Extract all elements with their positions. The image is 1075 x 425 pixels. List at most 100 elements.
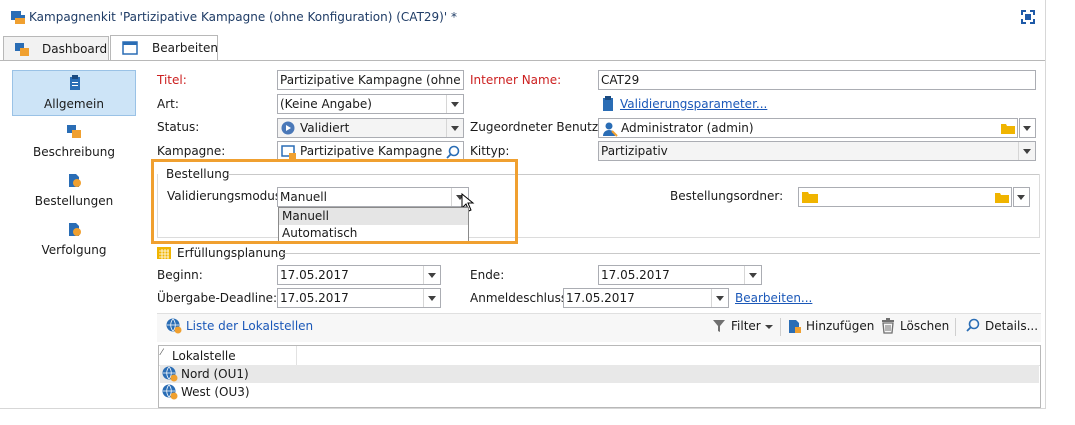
order-folder-field[interactable] (798, 187, 1012, 207)
globe-icon (162, 366, 178, 382)
chevron-down-icon[interactable] (423, 289, 440, 307)
filter-icon (713, 320, 725, 332)
chevron-down-icon[interactable] (711, 289, 728, 307)
add-icon (789, 320, 801, 333)
start-label: Beginn: (157, 268, 203, 282)
kit-type-select[interactable]: Partizipativ (598, 141, 1036, 161)
handover-date-value: 17.05.2017 (280, 291, 349, 305)
kit-type-value: Partizipativ (601, 144, 668, 158)
title-field[interactable]: Partizipative Kampagne (ohne Konfigurati… (277, 70, 464, 90)
sidebar-item-label: Bestellungen (34, 194, 114, 208)
list-item[interactable]: Nord (OU1) (160, 365, 1039, 383)
end-date-value: 17.05.2017 (601, 268, 670, 282)
chevron-down-icon[interactable] (744, 266, 761, 284)
chevron-down-icon[interactable] (1018, 142, 1035, 160)
add-button[interactable]: Hinzufügen (806, 319, 874, 337)
campaign-kit-window: Kampagnenkit 'Partizipative Kampagne (oh… (0, 0, 1046, 409)
sidebar-item-label: Allgemein (44, 97, 104, 111)
details-button[interactable]: Details... (985, 319, 1038, 337)
chevron-down-icon[interactable] (1014, 188, 1029, 206)
sidebar-item-label: Beschreibung (33, 145, 115, 159)
chevron-down-icon[interactable] (1020, 119, 1035, 137)
sidebar-item-verfolgung[interactable]: Verfolgung (12, 217, 136, 263)
chevron-down-icon[interactable] (446, 119, 463, 137)
assigned-user-dropdown[interactable] (1019, 118, 1036, 138)
order-folder-dropdown[interactable] (1013, 187, 1030, 207)
end-date-field[interactable]: 17.05.2017 (598, 265, 762, 285)
sidebar-item-allgemein[interactable]: Allgemein (12, 70, 136, 116)
chevron-down-icon[interactable] (764, 324, 774, 330)
column-divider (296, 346, 297, 365)
locations-list-label: Liste der Lokalstellen (186, 319, 314, 333)
internal-name-label: Interner Name: (470, 73, 562, 87)
details-search-icon (966, 318, 980, 332)
folder-icon[interactable] (1001, 122, 1015, 134)
type-select[interactable]: (Keine Angabe) (277, 94, 464, 114)
title-bar: Kampagnenkit 'Partizipative Kampagne (oh… (0, 0, 1045, 34)
sort-indicator-icon: ⁄ (161, 348, 163, 358)
list-item-label: Nord (OU1) (181, 367, 249, 381)
status-value: Validiert (300, 121, 350, 135)
campaign-value: Partizipative Kampagne (ohne Konfigurati… (300, 144, 445, 158)
handover-date-field[interactable]: 17.05.2017 (277, 288, 441, 308)
campaign-kit-icon (11, 11, 25, 24)
start-date-field[interactable]: 17.05.2017 (277, 265, 441, 285)
tab-bearbeiten[interactable]: Bearbeiten (110, 35, 218, 60)
handover-label: Übergabe-Deadline: (157, 291, 278, 305)
campaign-field[interactable]: Partizipative Kampagne (ohne Konfigurati… (277, 141, 464, 161)
edit-link[interactable]: Bearbeiten... (735, 291, 812, 305)
end-label: Ende: (470, 268, 505, 282)
sidebar-item-bestellungen[interactable]: Bestellungen (12, 168, 136, 214)
status-label: Status: (157, 120, 200, 134)
clipboard-icon (70, 75, 80, 90)
trash-icon (882, 318, 894, 334)
column-header-lokalstelle[interactable]: Lokalstelle (172, 349, 236, 363)
description-icon (67, 125, 81, 138)
internal-name-field[interactable]: CAT29 (598, 70, 1036, 90)
folder-icon (802, 192, 818, 203)
title-field-value: Partizipative Kampagne (ohne Konfigurati… (280, 73, 463, 87)
toolbar-separator (780, 318, 781, 336)
chevron-down-icon[interactable] (446, 95, 463, 113)
assigned-user-label: Zugeordneter Benutzer: (470, 120, 615, 134)
fulfillment-group-label: Erfüllungsplanung (177, 246, 286, 260)
list-header: ⁄ Lokalstelle (159, 346, 1040, 366)
sidebar-item-label: Verfolgung (41, 243, 107, 257)
campaign-label: Kampagne: (157, 144, 226, 158)
delete-button[interactable]: Löschen (900, 319, 949, 337)
assigned-user-field[interactable]: Administrator (admin) (598, 118, 1018, 138)
tab-dashboard[interactable]: Dashboard (3, 36, 109, 60)
filter-button[interactable]: Filter (731, 319, 761, 337)
registration-date-value: 17.05.2017 (566, 291, 635, 305)
list-item-label: West (OU3) (181, 385, 250, 399)
type-select-value: (Keine Angabe) (280, 97, 372, 111)
list-item[interactable]: West (OU3) (160, 383, 1039, 401)
order-folder-label: Bestellungsordner: (670, 189, 784, 203)
orders-icon (69, 174, 81, 187)
assigned-user-value: Administrator (admin) (621, 121, 754, 135)
folder-browse-icon[interactable] (995, 191, 1009, 203)
sidebar-item-beschreibung[interactable]: Beschreibung (12, 119, 136, 165)
toolbar-separator (955, 318, 956, 336)
registration-date-field[interactable]: 17.05.2017 (563, 288, 729, 308)
globe-icon (162, 384, 178, 400)
status-select[interactable]: Validiert (277, 118, 464, 138)
tab-bearbeiten-label: Bearbeiten (152, 41, 218, 55)
kit-type-label: Kittyp: (470, 144, 510, 158)
validation-params-link[interactable]: Validierungsparameter... (620, 97, 767, 111)
expand-icon[interactable] (1020, 9, 1036, 25)
title-label: Titel: (157, 73, 187, 87)
search-icon[interactable] (446, 145, 460, 159)
registration-label: Anmeldeschluss: (470, 291, 572, 305)
tab-dashboard-label: Dashboard (42, 42, 108, 56)
user-icon (603, 122, 618, 137)
globe-icon (166, 318, 182, 334)
fulfillment-group-divider (280, 253, 1040, 254)
sidebar: Allgemein Beschreibung Bestellungen Verf… (0, 61, 148, 408)
dashboard-icon (15, 43, 29, 56)
start-date-value: 17.05.2017 (280, 268, 349, 282)
locations-list: ⁄ Lokalstelle Nord (OU1) West (OU3) (158, 345, 1041, 408)
validation-params-icon (603, 96, 613, 111)
chevron-down-icon[interactable] (423, 266, 440, 284)
window-title: Kampagnenkit 'Partizipative Kampagne (oh… (29, 10, 457, 24)
